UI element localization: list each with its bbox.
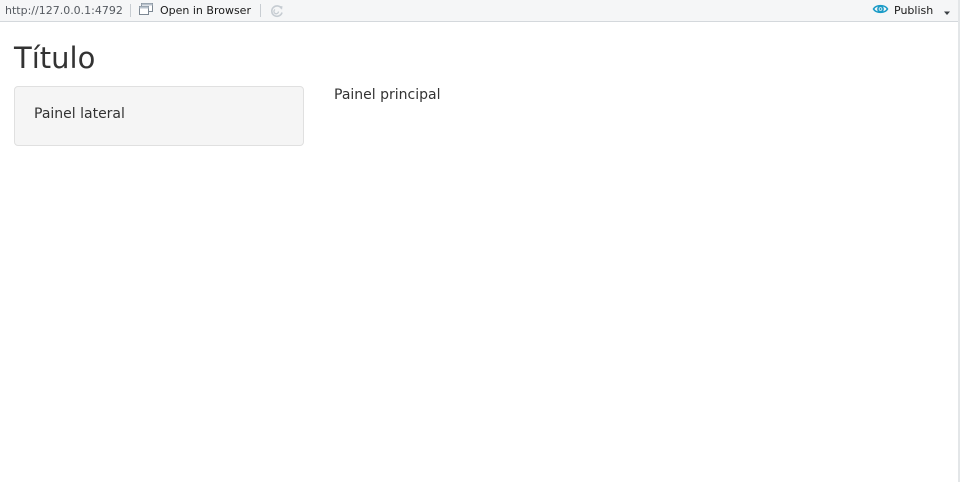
publish-label: Publish xyxy=(894,4,934,17)
open-in-browser-label: Open in Browser xyxy=(160,4,251,17)
toolbar-separator xyxy=(260,4,261,17)
refresh-button[interactable] xyxy=(269,3,285,19)
chevron-down-icon xyxy=(942,7,952,20)
toolbar-separator xyxy=(130,4,131,17)
url-label: http://127.0.0.1:4792 xyxy=(5,4,123,17)
page-title: Título xyxy=(14,41,96,75)
refresh-icon xyxy=(269,5,285,22)
viewer-toolbar: http://127.0.0.1:4792 Open in Browser Pu… xyxy=(0,0,960,22)
publish-menu-button[interactable] xyxy=(942,7,952,15)
sidebar-panel-text: Painel lateral xyxy=(34,106,125,122)
open-in-browser-button[interactable]: Open in Browser xyxy=(138,2,251,19)
publish-button[interactable]: Publish xyxy=(872,2,933,19)
sidebar-panel: Painel lateral xyxy=(14,86,304,146)
open-in-browser-icon xyxy=(138,2,154,19)
publish-icon xyxy=(872,2,889,19)
main-panel-text: Painel principal xyxy=(334,87,441,103)
